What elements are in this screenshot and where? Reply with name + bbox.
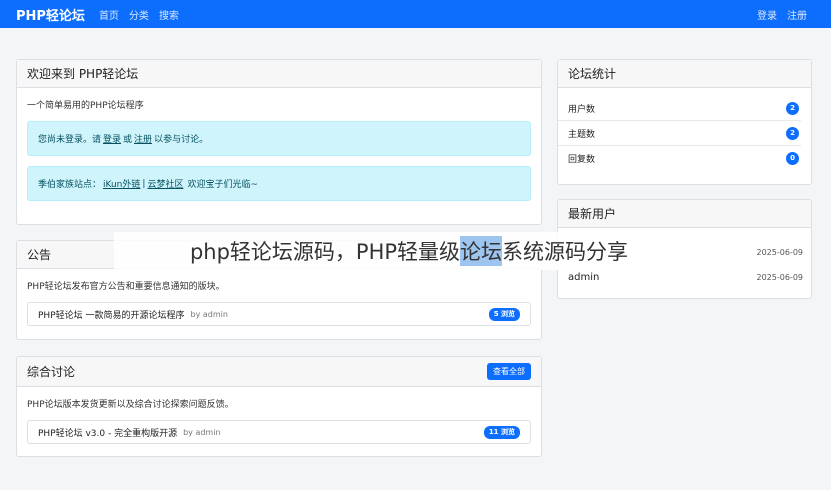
navbar: PHP轻论坛 首页 分类 搜索 登录 注册 — [0, 0, 831, 28]
family-sites-separator: | — [142, 178, 146, 189]
stat-label: 主题数 — [568, 129, 596, 140]
topic-title[interactable]: PHP轻论坛 一款简易的开源论坛程序 — [38, 308, 184, 321]
forum-stats-title: 论坛统计 — [558, 60, 811, 88]
login-alert: 您尚未登录。请 登录 或 注册 以参与讨论。 — [27, 121, 531, 156]
user-join-date: 2025-06-09 — [756, 273, 804, 282]
yunmeng-link[interactable]: 云梦社区 — [147, 177, 183, 190]
topic-item[interactable]: PHP轻论坛 一款简易的开源论坛程序 by admin 5 浏览 — [27, 302, 531, 326]
stat-label: 回复数 — [568, 155, 596, 165]
login-alert-suffix: 以参与讨论。 — [154, 135, 209, 145]
brand-logo[interactable]: PHP轻论坛 — [16, 5, 85, 24]
login-alert-prefix: 您尚未登录。请 — [38, 135, 102, 145]
general-discussion-header: 综合讨论 查看全部 — [17, 357, 541, 387]
nav-register-link[interactable]: 注册 — [787, 7, 807, 22]
welcome-card-title: 欢迎来到 PHP轻论坛 — [17, 60, 541, 88]
welcome-card: 欢迎来到 PHP轻论坛 一个简单易用的PHP论坛程序 您尚未登录。请 登录 或 … — [16, 59, 542, 225]
login-alert-or: 或 — [123, 135, 133, 145]
new-users-title: 最新用户 — [558, 200, 811, 228]
stat-value-badge: 0 — [786, 152, 799, 165]
general-description: PHP论坛版本发货更新以及综合讨论探索问题反馈。 — [27, 400, 234, 410]
view-all-button[interactable]: 查看全部 — [487, 363, 531, 380]
nav-auth: 登录 注册 — [747, 0, 807, 28]
forum-stats-card: 论坛统计 用户数 2 主题数 2 回复数 0 — [557, 59, 812, 185]
ikun-link[interactable]: iKun外链 — [103, 177, 140, 190]
stat-label: 用户数 — [568, 104, 596, 115]
caption-text-after: 系统源码分享 — [502, 240, 629, 264]
nav-links: 首页 分类 搜索 — [99, 7, 189, 22]
stat-row-users: 用户数 2 — [558, 96, 801, 121]
alert-login-link[interactable]: 登录 — [103, 132, 121, 145]
announcements-description: PHP轻论坛发布官方公告和重要信息通知的版块。 — [27, 282, 225, 292]
topic-author: by admin — [183, 427, 221, 437]
nav-category-link[interactable]: 分类 — [129, 7, 149, 22]
views-badge: 11 浏览 — [483, 425, 520, 439]
caption-overlay: php轻论坛源码，PHP轻量级 论坛 系统源码分享 — [114, 232, 704, 270]
topic-title[interactable]: PHP轻论坛 v3.0 - 完全重构版开源 — [38, 426, 177, 439]
user-name[interactable]: admin — [568, 272, 599, 283]
stat-row-replies: 回复数 0 — [558, 146, 801, 171]
views-badge: 5 浏览 — [488, 307, 520, 321]
general-discussion-card: 综合讨论 查看全部 PHP论坛版本发货更新以及综合讨论探索问题反馈。 PHP轻论… — [16, 356, 542, 457]
stat-value-badge: 2 — [786, 126, 799, 140]
stat-row-topics: 主题数 2 — [558, 121, 801, 146]
caption-text-before: php轻论坛源码，PHP轻量级 — [189, 240, 461, 264]
user-join-date: 2025-06-09 — [756, 248, 804, 257]
family-sites-suffix: 欢迎宝子们光临~ — [187, 180, 258, 190]
family-sites-alert: 季伯家族站点： iKun外链 | 云梦社区 欢迎宝子们光临~ — [27, 166, 531, 201]
nav-home-link[interactable]: 首页 — [99, 7, 119, 22]
nav-search-link[interactable]: 搜索 — [159, 7, 179, 22]
stat-value-badge: 2 — [786, 101, 799, 115]
alert-register-link[interactable]: 注册 — [134, 132, 152, 145]
topic-author: by admin — [190, 309, 228, 319]
caption-text-highlight: 论坛 — [460, 236, 503, 266]
family-sites-prefix: 季伯家族站点： — [38, 180, 102, 190]
topic-item[interactable]: PHP轻论坛 v3.0 - 完全重构版开源 by admin 11 浏览 — [27, 420, 531, 444]
welcome-description: 一个简单易用的PHP论坛程序 — [27, 101, 144, 111]
nav-login-link[interactable]: 登录 — [757, 7, 777, 22]
general-discussion-title[interactable]: 综合讨论 — [27, 363, 75, 380]
